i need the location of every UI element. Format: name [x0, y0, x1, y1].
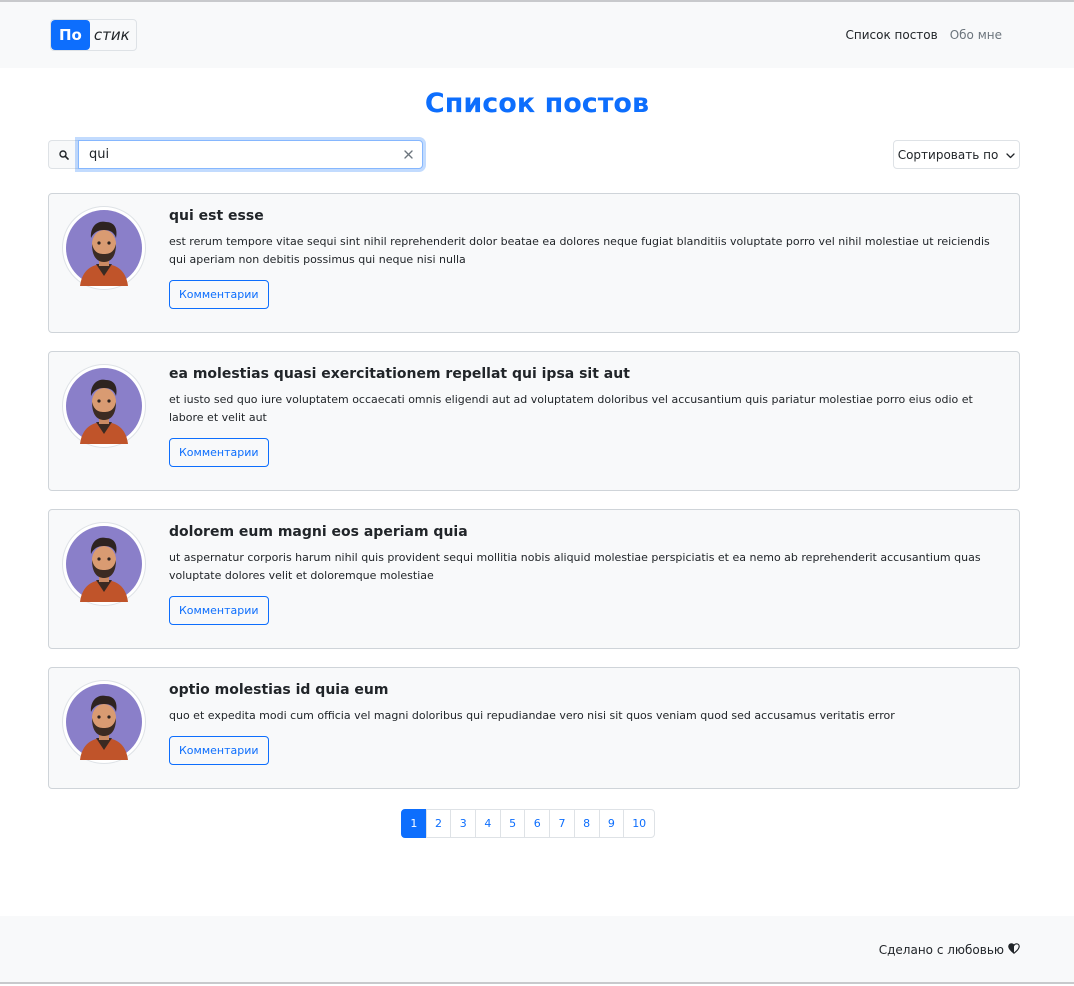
avatar — [62, 680, 146, 764]
search-group — [48, 140, 423, 169]
post-body: et iusto sed quo iure voluptatem occaeca… — [169, 393, 973, 424]
page-title: Список постов — [424, 88, 650, 119]
post-body: est rerum tempore vitae sequi sint nihil… — [169, 235, 990, 266]
post-body: ut aspernatur corporis harum nihil quis … — [169, 551, 981, 582]
sort-dropdown-label: Сортировать по — [897, 147, 999, 162]
footer-text-wrap: Сделано с любовью — [879, 943, 1020, 957]
comments-button[interactable]: Комментарии — [169, 596, 269, 625]
comments-button[interactable]: Комментарии — [169, 280, 269, 309]
post-card: dolorem eum magni eos aperiam quia ut asp… — [48, 509, 1020, 649]
post-title: dolorem eum magni eos aperiam quia — [169, 524, 468, 540]
brand-logo[interactable]: По стик — [50, 19, 137, 51]
page-button-10[interactable]: 10 — [623, 809, 656, 838]
post-body: quo et expedita modi cum officia vel mag… — [169, 709, 895, 722]
page-button-5[interactable]: 5 — [499, 809, 526, 838]
pagination: 1 2 3 4 5 6 7 8 9 10 — [401, 809, 656, 838]
navbar: По стик Список постов Обо мне — [0, 2, 1074, 68]
footer: Сделано с любовью — [0, 916, 1074, 982]
page-button-4[interactable]: 4 — [475, 809, 501, 838]
post-list: qui est esse est rerum tempore vitae sequ… — [48, 193, 1020, 807]
page-button-8[interactable]: 8 — [573, 809, 600, 838]
page-button-9[interactable]: 9 — [598, 809, 625, 838]
chevron-down-icon — [1006, 148, 1015, 162]
page-button-6[interactable]: 6 — [524, 809, 551, 838]
post-card: optio molestias id quia eum quo et expedi… — [48, 667, 1020, 789]
page-button-1[interactable]: 1 — [401, 809, 427, 838]
nav-links: Список постов Обо мне — [845, 28, 1002, 42]
post-title: optio molestias id quia eum — [169, 682, 389, 698]
sort-dropdown[interactable]: Сортировать по — [893, 140, 1020, 169]
search-icon — [48, 140, 78, 169]
footer-text: Сделано с любовью — [878, 943, 1004, 957]
brand-logo-part1: По — [51, 20, 90, 50]
post-card: qui est esse est rerum tempore vitae sequ… — [48, 193, 1020, 333]
bottom-border — [0, 982, 1074, 984]
post-title: ea molestias quasi exercitationem repell… — [169, 366, 630, 382]
search-field — [78, 140, 423, 169]
close-icon[interactable] — [400, 146, 416, 162]
search-input[interactable] — [79, 141, 422, 168]
nav-link-posts[interactable]: Список постов — [845, 28, 937, 42]
nav-link-about[interactable]: Обо мне — [950, 28, 1002, 42]
avatar — [62, 522, 146, 606]
comments-button[interactable]: Комментарии — [169, 438, 269, 467]
avatar — [62, 206, 146, 290]
page-button-3[interactable]: 3 — [450, 809, 477, 838]
page-button-2[interactable]: 2 — [425, 809, 452, 838]
heart-half-icon — [1008, 943, 1020, 957]
comments-button[interactable]: Комментарии — [169, 736, 269, 765]
post-title: qui est esse — [169, 208, 264, 224]
page-button-7[interactable]: 7 — [549, 809, 575, 838]
post-card: ea molestias quasi exercitationem repell… — [48, 351, 1020, 491]
brand-logo-part2: стик — [93, 26, 130, 44]
avatar — [62, 364, 146, 448]
